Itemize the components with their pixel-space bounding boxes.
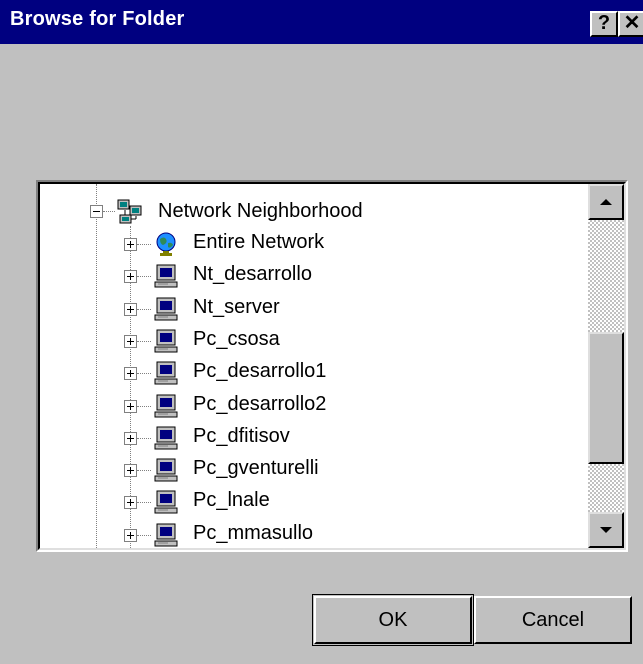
tree-item-label[interactable]: Nt_server bbox=[193, 296, 280, 319]
tree-item-label[interactable]: Pc_lnale bbox=[193, 489, 270, 512]
tree-item-network-neighborhood[interactable]: Network Neighborhood bbox=[158, 200, 363, 223]
folder-tree-view[interactable]: Network Neighborhood Entire Network Nt_de… bbox=[36, 180, 628, 552]
tree-line-left bbox=[96, 184, 97, 548]
tree-item-label[interactable]: Nt_desarrollo bbox=[193, 263, 312, 286]
browse-for-folder-dialog: Browse for Folder ? ✕ Network Neighborho… bbox=[0, 0, 643, 664]
down-arrow-icon bbox=[600, 527, 612, 533]
globe-icon bbox=[156, 232, 176, 256]
computer-icon bbox=[154, 394, 178, 417]
up-arrow-icon bbox=[600, 199, 612, 205]
expand-toggle[interactable] bbox=[124, 431, 137, 445]
cancel-button[interactable]: Cancel bbox=[474, 596, 632, 644]
tree-item-label[interactable]: Pc_desarrollo1 bbox=[193, 360, 326, 383]
computer-icon bbox=[154, 523, 178, 547]
scroll-down-button[interactable] bbox=[588, 512, 624, 548]
expand-toggle[interactable] bbox=[124, 238, 137, 251]
window-title: Browse for Folder bbox=[10, 8, 185, 30]
computer-icon bbox=[154, 329, 178, 353]
expand-toggle[interactable] bbox=[124, 270, 137, 284]
computer-icon bbox=[154, 426, 178, 450]
computer-icon bbox=[154, 264, 178, 288]
computer-icon bbox=[154, 490, 178, 514]
root-collapse-toggle[interactable] bbox=[90, 205, 103, 218]
expand-toggle[interactable] bbox=[124, 399, 137, 413]
scroll-up-button[interactable] bbox=[588, 184, 624, 220]
scroll-thumb[interactable] bbox=[588, 332, 624, 464]
tree-item-label[interactable]: Pc_gventurelli bbox=[193, 457, 319, 480]
expand-toggle[interactable] bbox=[124, 367, 137, 381]
tree-item-label[interactable]: Pc_mmasullo bbox=[193, 522, 313, 545]
vertical-scrollbar[interactable] bbox=[588, 184, 624, 548]
title-bar[interactable]: Browse for Folder ? ✕ bbox=[0, 0, 643, 44]
tree-item-label[interactable]: Pc_csosa bbox=[193, 328, 280, 351]
tree-item-label[interactable]: Entire Network bbox=[193, 231, 324, 254]
computer-icon bbox=[154, 361, 178, 385]
expand-toggle[interactable] bbox=[124, 496, 137, 510]
network-neighborhood-icon bbox=[117, 199, 142, 224]
expand-toggle[interactable] bbox=[124, 334, 137, 348]
computer-icon bbox=[154, 297, 178, 321]
ok-button[interactable]: OK bbox=[314, 596, 472, 644]
expand-toggle[interactable] bbox=[124, 464, 137, 478]
tree-item-label[interactable]: Pc_desarrollo2 bbox=[193, 393, 326, 416]
help-button[interactable]: ? bbox=[590, 11, 618, 37]
tree-item-label[interactable]: Pc_dfitisov bbox=[193, 425, 290, 448]
tree-content: Network Neighborhood Entire Network Nt_de… bbox=[40, 184, 588, 548]
computer-icon bbox=[154, 458, 178, 482]
expand-toggle[interactable] bbox=[124, 528, 137, 542]
expand-toggle[interactable] bbox=[124, 302, 137, 316]
close-button[interactable]: ✕ bbox=[618, 11, 643, 37]
